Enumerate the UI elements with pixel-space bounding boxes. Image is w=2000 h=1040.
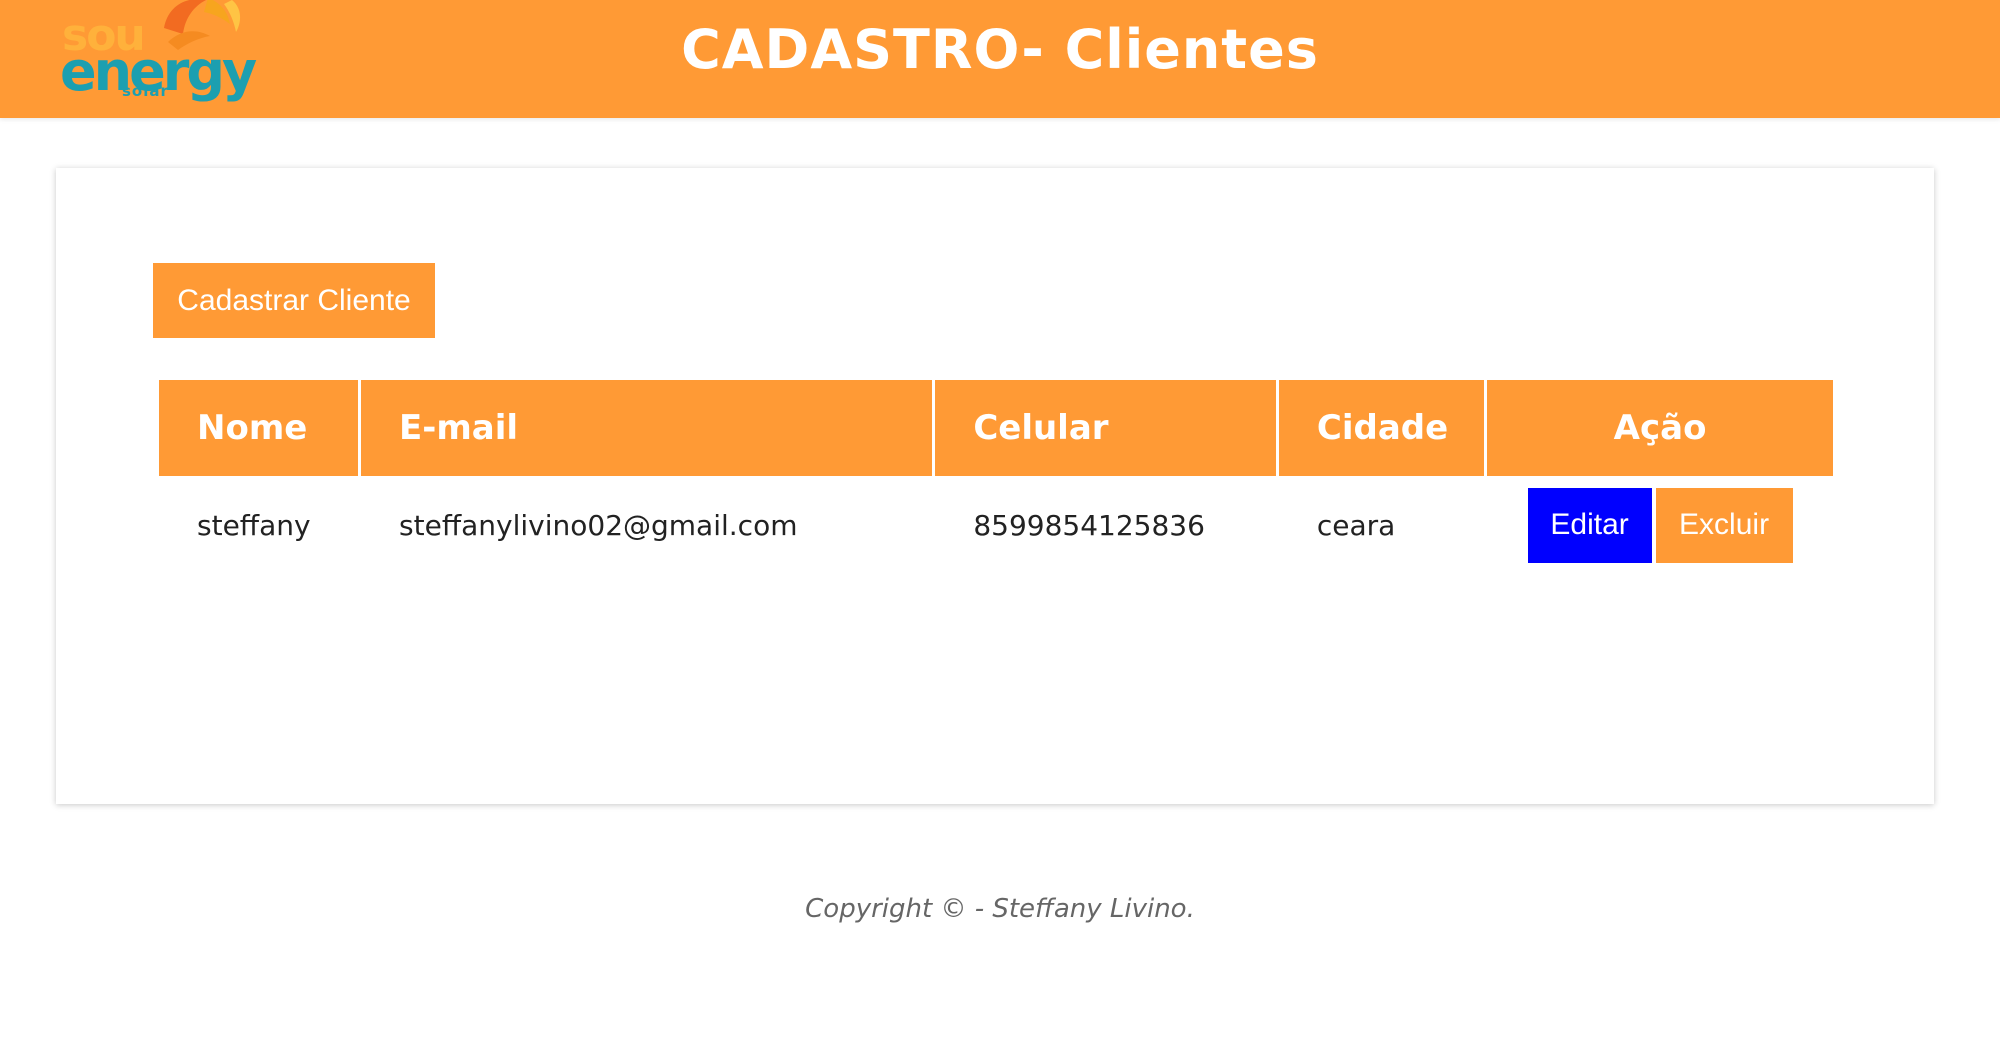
table-header: Nome E-mail Celular Cidade Ação: [159, 380, 1833, 476]
copyright-footer: Copyright © - Steffany Livino.: [805, 894, 1195, 924]
table-body: steffany steffanylivino02@gmail.com 8599…: [159, 476, 1833, 574]
logo-solar-text: solar: [122, 82, 169, 100]
cell-email: steffanylivino02@gmail.com: [399, 508, 798, 542]
page-title: CADASTRO- Clientes: [681, 18, 1319, 81]
table-header-row: Nome E-mail Celular Cidade Ação: [159, 380, 1833, 476]
delete-button[interactable]: Excluir: [1655, 487, 1793, 563]
clients-table: Nome E-mail Celular Cidade Ação steffany…: [156, 380, 1836, 574]
edit-button[interactable]: Editar: [1527, 487, 1652, 563]
cell-cidade: ceara: [1316, 508, 1396, 542]
column-header-cidade: Cidade: [1278, 380, 1485, 476]
table-row: steffany steffanylivino02@gmail.com 8599…: [159, 476, 1833, 574]
column-header-email: E-mail: [361, 380, 933, 476]
cell-nome: steffany: [197, 508, 311, 542]
register-client-button[interactable]: Cadastrar Cliente: [153, 263, 435, 338]
cell-acao: Editar Excluir: [1487, 476, 1833, 574]
top-header: sou energy solar CADASTRO- Clientes: [0, 0, 2000, 118]
cell-celular: 8599854125836: [973, 508, 1205, 542]
column-header-acao: Ação: [1487, 380, 1833, 476]
column-header-nome: Nome: [159, 380, 359, 476]
column-header-celular: Celular: [935, 380, 1276, 476]
